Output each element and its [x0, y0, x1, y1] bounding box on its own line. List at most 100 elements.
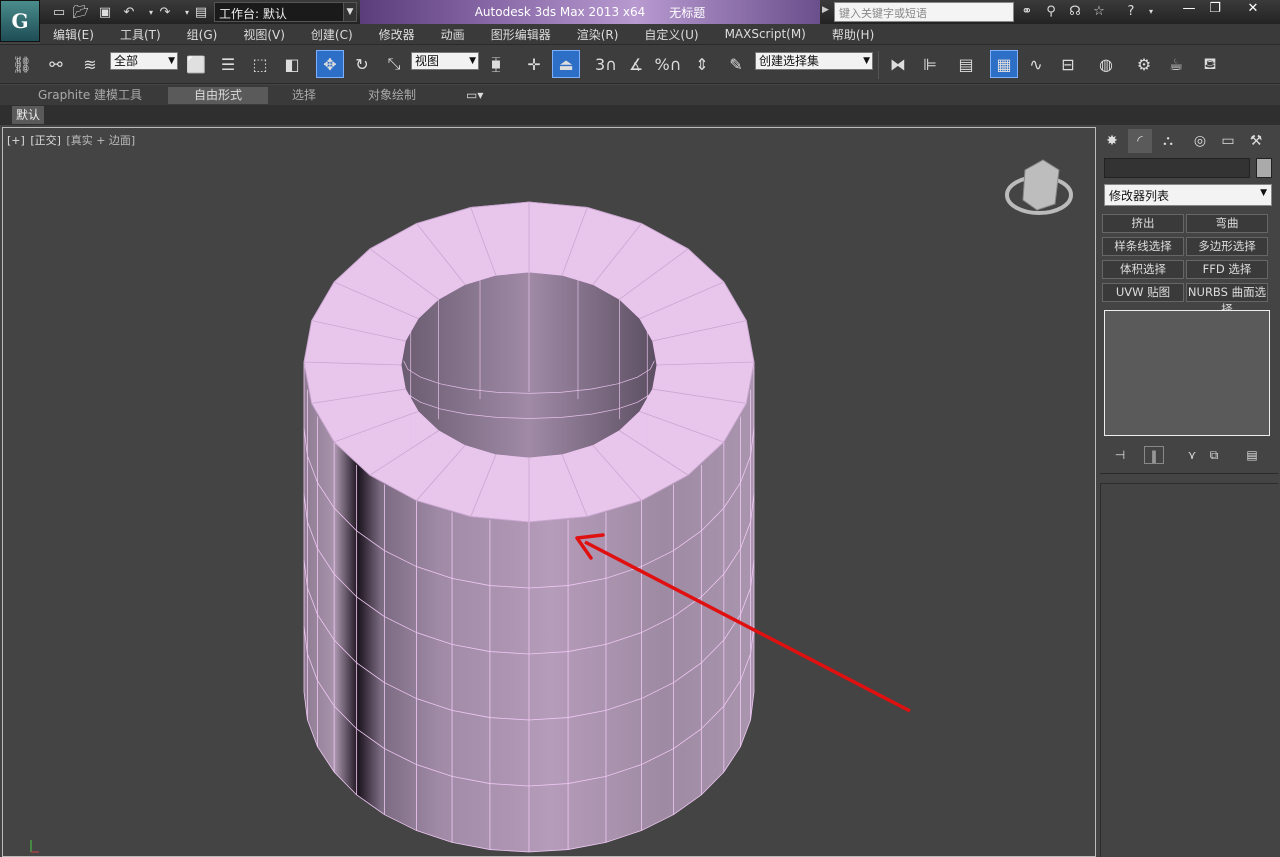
pin-stack-icon[interactable]: ⊣	[1110, 446, 1130, 464]
layer-manager-icon[interactable]: ▤	[952, 50, 980, 78]
manipulate-icon[interactable]: ✛	[520, 50, 548, 78]
modifier-button-nurbs-surface-select[interactable]: NURBS 曲面选择	[1186, 283, 1268, 316]
select-object-icon[interactable]: ⬜	[182, 50, 210, 78]
workspace-dropdown[interactable]: 工作台: 默认	[214, 2, 344, 22]
main-toolbar: ⛓ ⚯ ≋ 全部 ▼ ⬜ ☰ ⬚ ◧ ✥ ↻ ⤡ 视图 ▼ ⧯ ✛ ⏏ 3 ∩ ∡ %…	[0, 44, 1280, 84]
tab-graphite-modeling[interactable]: Graphite 建模工具	[28, 87, 152, 104]
curve-editor-icon[interactable]: ∿	[1022, 50, 1050, 78]
modifier-button-uvw-map[interactable]: UVW 贴图	[1102, 283, 1184, 302]
undo-icon[interactable]: ↶	[120, 3, 138, 21]
help-dropdown-icon[interactable]: ▾	[1142, 3, 1160, 21]
open-file-icon[interactable]: 📂︎	[72, 3, 90, 21]
angle-snap-icon[interactable]: ∡	[622, 50, 650, 78]
viewport-point-of-view-label[interactable]: [正交]	[30, 134, 61, 147]
subscription-icon[interactable]: ⚲	[1042, 3, 1060, 21]
mirror-icon[interactable]: ⧓	[884, 50, 912, 78]
tab-freeform[interactable]: 自由形式	[168, 87, 268, 104]
viewport-shading-label[interactable]: [真实 + 边面]	[66, 134, 135, 147]
menu-rendering[interactable]: 渲染(R)	[564, 26, 632, 43]
modifier-button-poly-select[interactable]: 多边形选择	[1186, 237, 1268, 256]
menu-group[interactable]: 组(G)	[174, 26, 231, 43]
perspective-viewport[interactable]: [+] [正交] [真实 + 边面]	[2, 127, 1096, 857]
render-production-icon[interactable]: ⛾	[1196, 50, 1224, 78]
named-selection-value: 创建选择集	[759, 54, 820, 68]
menu-animation[interactable]: 动画	[428, 26, 478, 43]
ribbon-tabs: Graphite 建模工具 自由形式 选择 对象绘制 ▭▾	[0, 85, 1280, 105]
utilities-panel-icon[interactable]: ⚒	[1244, 129, 1268, 153]
chevron-down-icon[interactable]: ▼	[343, 2, 357, 22]
modifier-stack[interactable]	[1104, 310, 1270, 436]
pivot-center-icon[interactable]: ⧯	[482, 50, 510, 78]
project-folder-icon[interactable]: ▤	[192, 3, 210, 21]
binoculars-icon[interactable]: ⚭	[1018, 3, 1036, 21]
rectangle-selection-icon[interactable]: ⬚	[246, 50, 274, 78]
menu-tools[interactable]: 工具(T)	[107, 26, 174, 43]
unlink-icon[interactable]: ⚯	[42, 50, 70, 78]
display-panel-icon[interactable]: ▭	[1216, 129, 1240, 153]
new-file-icon[interactable]: ▭	[50, 3, 68, 21]
keyboard-shortcut-override-icon[interactable]: ⏏	[552, 50, 580, 78]
menu-graph-editors[interactable]: 图形编辑器	[478, 26, 564, 43]
tab-selection[interactable]: 选择	[282, 87, 326, 104]
ribbon-options-icon[interactable]: ▭▾	[456, 87, 493, 104]
hierarchy-panel-icon[interactable]: ⛬	[1156, 129, 1180, 153]
redo-icon[interactable]: ↷	[156, 3, 174, 21]
modifier-button-extrude[interactable]: 挤出	[1102, 214, 1184, 233]
tab-default[interactable]: 默认	[12, 106, 45, 124]
snaps-toggle-icon[interactable]: 3 ∩	[592, 50, 620, 78]
minimize-icon[interactable]: —	[1176, 0, 1202, 18]
command-panel: ✸ ◜ ⛬ ◎ ▭ ⚒ 修改器列表 ▼ 挤出 弯曲 样条线选择 多边形选择 体积选…	[1098, 127, 1280, 857]
graphite-toggle-icon[interactable]: ▦	[990, 50, 1018, 78]
make-unique-icon[interactable]: ⋎	[1182, 446, 1202, 464]
app-menu-button[interactable]: G	[0, 0, 40, 42]
link-icon[interactable]: ⛓	[8, 50, 36, 78]
search-input[interactable]: 键入关键字或短语	[834, 2, 1014, 22]
window-crossing-icon[interactable]: ◧	[278, 50, 306, 78]
menu-modifiers[interactable]: 修改器	[366, 26, 428, 43]
select-by-name-icon[interactable]: ☰	[214, 50, 242, 78]
viewport-menu-label[interactable]: [+]	[7, 134, 25, 147]
object-name-field[interactable]	[1104, 158, 1250, 178]
menu-customize[interactable]: 自定义(U)	[631, 26, 711, 43]
search-expand-icon[interactable]: ▶	[822, 5, 829, 15]
menu-edit[interactable]: 编辑(E)	[40, 26, 107, 43]
communication-icon[interactable]: ☊	[1066, 3, 1084, 21]
schematic-view-icon[interactable]: ⊟	[1054, 50, 1082, 78]
align-icon[interactable]: ⊫	[916, 50, 944, 78]
render-setup-icon[interactable]: ⚙	[1130, 50, 1158, 78]
save-file-icon[interactable]: ▣	[96, 3, 114, 21]
modifier-button-vol-select[interactable]: 体积选择	[1102, 260, 1184, 279]
modifier-button-ffd-select[interactable]: FFD 选择	[1186, 260, 1268, 279]
named-selection-dropdown[interactable]: 创建选择集 ▼	[755, 52, 873, 70]
menu-maxscript[interactable]: MAXScript(M)	[712, 27, 819, 41]
remove-modifier-icon[interactable]: ⧉	[1204, 446, 1224, 464]
rendered-frame-window-icon[interactable]: ☕︎	[1162, 50, 1190, 78]
favorites-star-icon[interactable]: ☆	[1090, 3, 1108, 21]
help-icon[interactable]: ?	[1122, 3, 1140, 21]
menu-help[interactable]: 帮助(H)	[819, 26, 887, 43]
configure-modifier-sets-icon[interactable]: ▤	[1242, 446, 1262, 464]
select-and-move-icon[interactable]: ✥	[316, 50, 344, 78]
select-and-rotate-icon[interactable]: ↻	[348, 50, 376, 78]
object-color-swatch[interactable]	[1256, 158, 1272, 178]
close-icon[interactable]: ✕	[1240, 0, 1266, 18]
modifier-button-bend[interactable]: 弯曲	[1186, 214, 1268, 233]
percent-snap-icon[interactable]: % ∩	[654, 50, 682, 78]
reference-coordinate-dropdown[interactable]: 视图 ▼	[411, 52, 479, 70]
restore-icon[interactable]: ❐	[1202, 0, 1228, 18]
material-editor-icon[interactable]: ◍	[1092, 50, 1120, 78]
menu-views[interactable]: 视图(V)	[230, 26, 298, 43]
selection-filter-dropdown[interactable]: 全部 ▼	[110, 52, 178, 70]
modifier-button-spline-select[interactable]: 样条线选择	[1102, 237, 1184, 256]
show-end-result-icon[interactable]: ‖	[1144, 446, 1164, 464]
modify-panel-icon[interactable]: ◜	[1128, 129, 1152, 153]
menu-create[interactable]: 创建(C)	[298, 26, 366, 43]
spinner-snap-icon[interactable]: ⇕	[688, 50, 716, 78]
edit-named-selection-icon[interactable]: ✎	[722, 50, 750, 78]
motion-panel-icon[interactable]: ◎	[1188, 129, 1212, 153]
bind-space-warp-icon[interactable]: ≋	[76, 50, 104, 78]
select-and-scale-icon[interactable]: ⤡	[380, 50, 408, 78]
modifier-list-dropdown[interactable]: 修改器列表 ▼	[1104, 184, 1272, 206]
create-panel-icon[interactable]: ✸	[1100, 129, 1124, 153]
tab-object-paint[interactable]: 对象绘制	[358, 87, 426, 104]
